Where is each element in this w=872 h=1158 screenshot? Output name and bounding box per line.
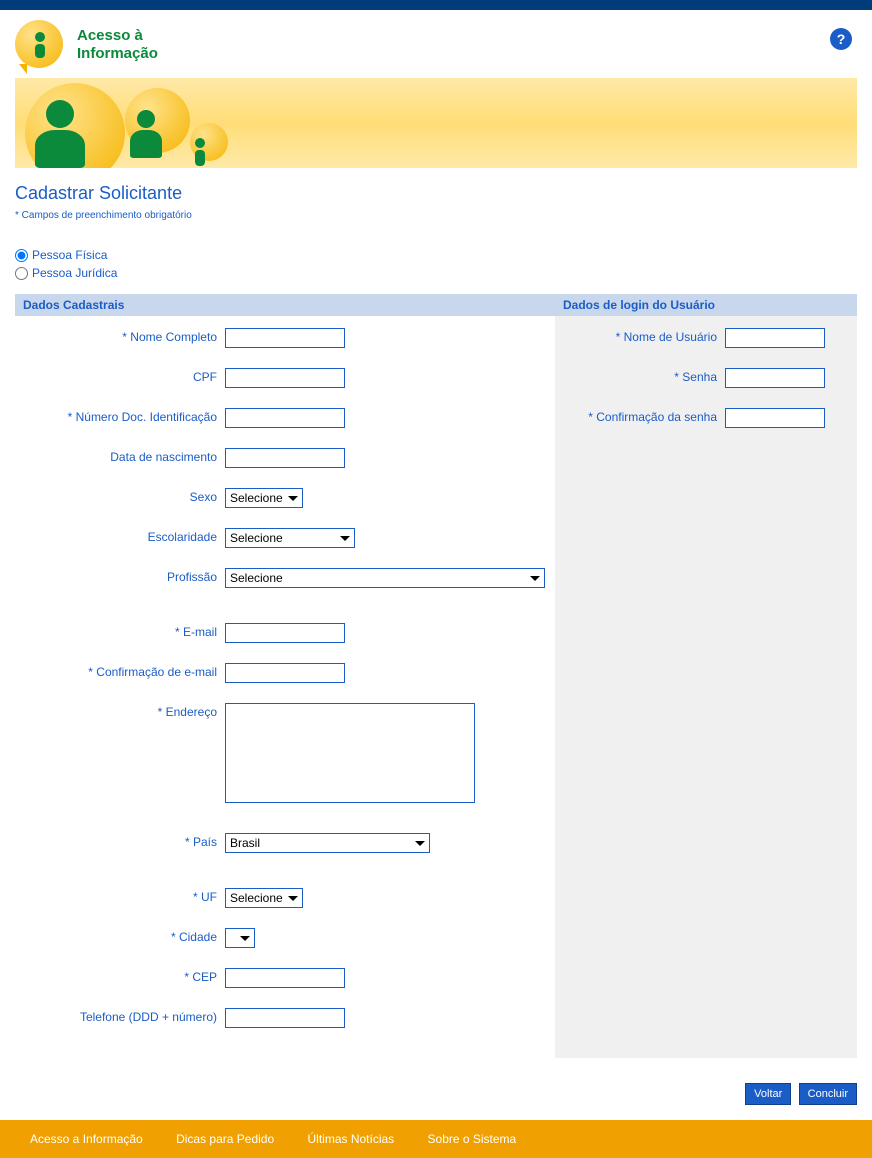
label-uf: * UF [25,888,225,904]
logo-icon [15,20,65,70]
top-bar [0,0,872,10]
brand-line2: Informação [77,45,158,63]
person-icon [35,100,85,168]
input-email[interactable] [225,623,345,643]
footer-link-sobre[interactable]: Sobre o Sistema [428,1132,517,1146]
logo-row: Acesso à Informação [15,20,857,70]
label-pais: * País [25,833,225,849]
person-type-radios: Pessoa Física Pessoa Jurídica [15,246,857,282]
textarea-endereco[interactable] [225,703,475,803]
label-conf-email: * Confirmação de e-mail [25,663,225,679]
label-email: * E-mail [25,623,225,639]
input-telefone[interactable] [225,1008,345,1028]
content: Cadastrar Solicitante * Campos de preenc… [0,168,872,1073]
label-profissao: Profissão [25,568,225,584]
label-nome-usuario: * Nome de Usuário [565,328,725,344]
buttons-row: Voltar Concluir [0,1073,872,1120]
label-endereco: * Endereço [25,703,225,719]
input-cpf[interactable] [225,368,345,388]
footer-link-acesso[interactable]: Acesso a Informação [30,1132,143,1146]
person-icon [130,110,162,158]
select-profissao[interactable]: Selecione [225,568,545,588]
label-cep: * CEP [25,968,225,984]
radio-pessoa-juridica[interactable] [15,267,28,280]
select-sexo[interactable]: Selecione [225,488,303,508]
select-uf[interactable]: Selecione [225,888,303,908]
footer-link-dicas[interactable]: Dicas para Pedido [176,1132,274,1146]
required-note: * Campos de preenchimento obrigatório [15,210,857,221]
select-pais[interactable]: Brasil [225,833,430,853]
radio-pessoa-fisica[interactable] [15,249,28,262]
section-header-login: Dados de login do Usuário [555,294,857,316]
select-escolaridade[interactable]: Selecione [225,528,355,548]
section-login: Dados de login do Usuário * Nome de Usuá… [555,294,857,1058]
label-data-nasc: Data de nascimento [25,448,225,464]
form-sections: Dados Cadastrais * Nome Completo CPF * N… [15,294,857,1058]
label-nome-completo: * Nome Completo [25,328,225,344]
label-conf-senha: * Confirmação da senha [565,408,725,424]
input-conf-senha[interactable] [725,408,825,428]
label-telefone: Telefone (DDD + número) [25,1008,225,1024]
input-data-nasc[interactable] [225,448,345,468]
input-senha[interactable] [725,368,825,388]
label-cpf: CPF [25,368,225,384]
input-nome-completo[interactable] [225,328,345,348]
brand-line1: Acesso à [77,27,158,45]
radio-label-fisica: Pessoa Física [32,246,107,264]
page-title: Cadastrar Solicitante [15,183,857,204]
banner [15,78,857,168]
input-conf-email[interactable] [225,663,345,683]
label-cidade: * Cidade [25,928,225,944]
brand-title: Acesso à Informação [77,27,158,63]
footer-link-noticias[interactable]: Últimas Notícias [307,1132,394,1146]
input-nome-usuario[interactable] [725,328,825,348]
input-cep[interactable] [225,968,345,988]
info-icon [195,138,205,166]
section-cadastrais: Dados Cadastrais * Nome Completo CPF * N… [15,294,555,1058]
concluir-button[interactable]: Concluir [799,1083,857,1105]
select-cidade[interactable] [225,928,255,948]
input-num-doc[interactable] [225,408,345,428]
voltar-button[interactable]: Voltar [745,1083,791,1105]
section-header-cadastrais: Dados Cadastrais [15,294,555,316]
help-icon[interactable]: ? [830,28,852,50]
label-sexo: Sexo [25,488,225,504]
label-senha: * Senha [565,368,725,384]
label-escolaridade: Escolaridade [25,528,225,544]
footer: Acesso a Informação Dicas para Pedido Úl… [0,1120,872,1158]
header: Acesso à Informação ? [0,10,872,168]
label-num-doc: * Número Doc. Identificação [25,408,225,424]
radio-label-juridica: Pessoa Jurídica [32,264,117,282]
